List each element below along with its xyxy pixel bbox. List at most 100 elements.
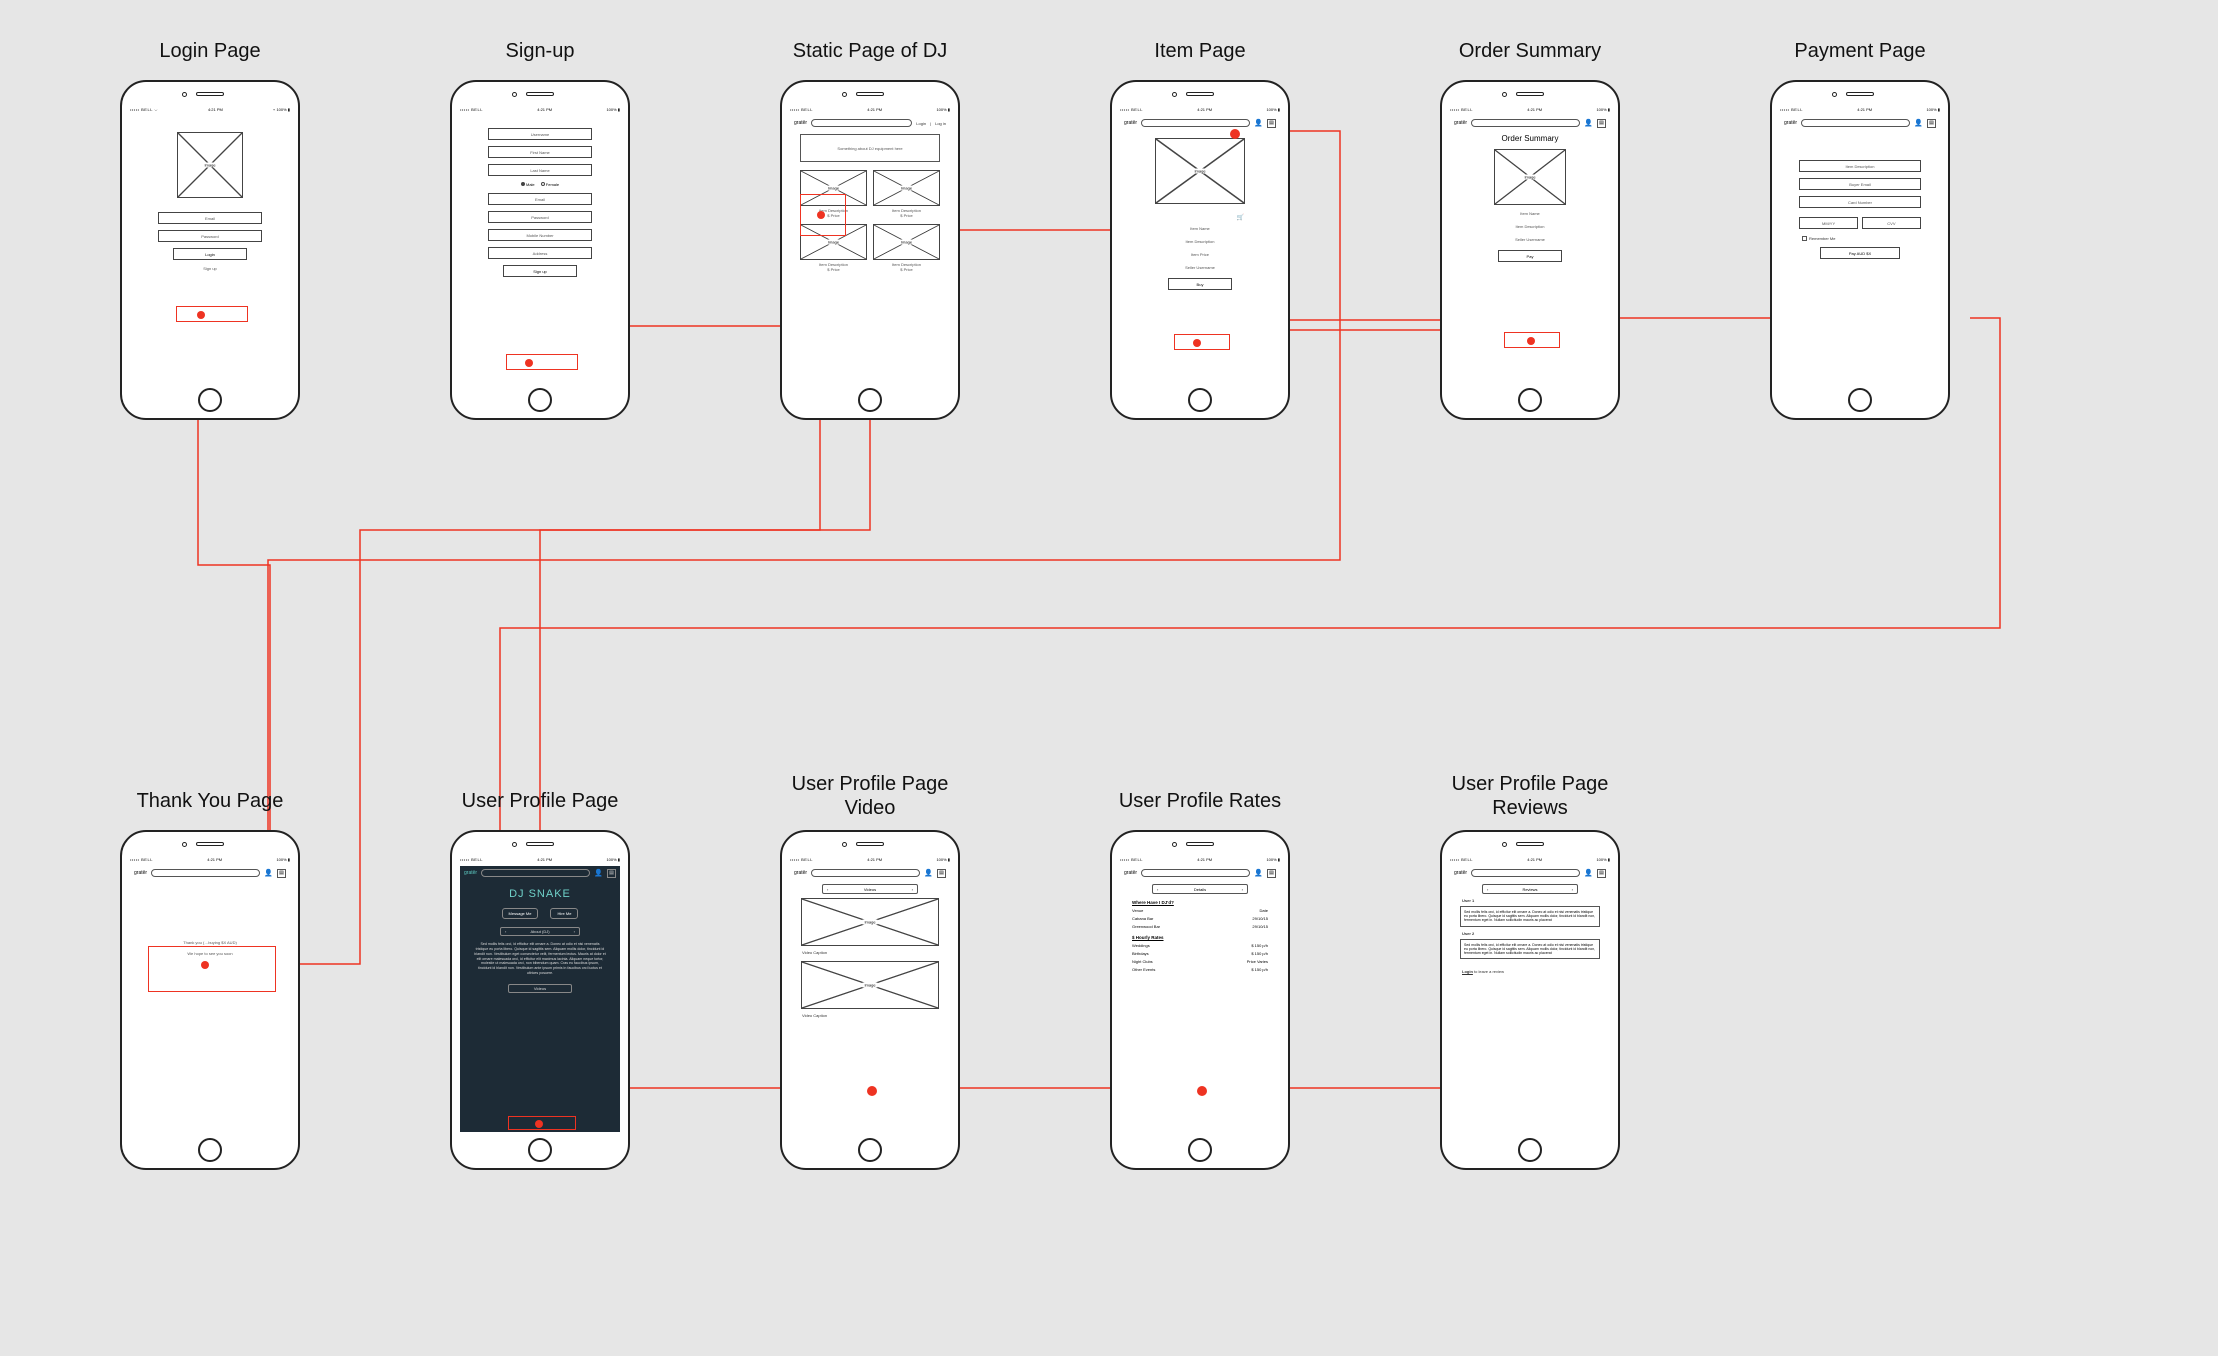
signup-link[interactable]: Sign up <box>136 266 284 271</box>
login-to-review[interactable]: Login to leave a review <box>1462 969 1598 974</box>
buyer-email-field[interactable]: Buyer Email <box>1799 178 1921 190</box>
password-field[interactable]: Password <box>488 211 592 223</box>
video-caption-1: Video Caption <box>802 950 938 955</box>
username-field[interactable]: Username <box>488 128 592 140</box>
search-input[interactable] <box>151 869 260 877</box>
menu-icon[interactable]: ▤ <box>1597 869 1606 878</box>
title-rates: User Profile Rates <box>1050 790 1350 813</box>
signup-button[interactable]: Sign up <box>503 265 577 277</box>
brand: gratēr <box>794 870 807 876</box>
hotspot-signup[interactable] <box>506 354 578 370</box>
user-icon[interactable]: 👤 <box>1254 869 1263 878</box>
menu-icon[interactable]: ▤ <box>937 869 946 878</box>
brand: gratēr <box>464 870 477 876</box>
hotspot-product1[interactable] <box>800 194 846 236</box>
user-icon[interactable]: 👤 <box>1914 119 1923 128</box>
user-icon[interactable]: 👤 <box>1584 869 1593 878</box>
menu-icon[interactable]: ▤ <box>277 869 286 878</box>
user-icon[interactable]: 👤 <box>594 869 603 878</box>
menu-icon[interactable]: ▤ <box>607 869 616 878</box>
hotspot-thanks[interactable] <box>148 946 276 992</box>
title-reviews: User Profile PageReviews <box>1380 772 1680 820</box>
mobile-field[interactable]: Mobile Number <box>488 229 592 241</box>
menu-icon[interactable]: ▤ <box>1267 869 1276 878</box>
title-order: Order Summary <box>1380 40 1680 63</box>
email-field[interactable]: Email <box>158 212 262 224</box>
thanks-line1: Thank you (…buying $X AUD) <box>130 940 290 945</box>
login-link2[interactable]: Log in <box>935 121 946 126</box>
hotspot-videos[interactable] <box>508 1116 576 1130</box>
seller-name[interactable]: Seller Username <box>1120 265 1280 270</box>
search-input[interactable] <box>1141 869 1250 877</box>
brand: gratēr <box>1124 120 1137 126</box>
menu-icon[interactable]: ▤ <box>1597 119 1606 128</box>
phone-order: ••••• BELL4:21 PM100% ▮ gratēr 👤 ▤ Order… <box>1440 80 1620 420</box>
about-tab[interactable]: About (DJ) ‹ › <box>500 927 580 936</box>
brand: gratēr <box>1124 870 1137 876</box>
blurb-box: Something about DJ equipment here <box>800 134 940 162</box>
brand: gratēr <box>1454 120 1467 126</box>
review-user2: User 2 <box>1462 931 1598 936</box>
videos-tab[interactable]: Videos ‹› <box>822 884 918 894</box>
title-thanks: Thank You Page <box>60 790 360 813</box>
user-icon[interactable]: 👤 <box>264 869 273 878</box>
user-icon[interactable]: 👤 <box>1254 119 1263 128</box>
brand: gratēr <box>1784 120 1797 126</box>
order-heading: Order Summary <box>1450 134 1610 143</box>
hotspot-login[interactable] <box>176 306 248 322</box>
item-image: Image <box>1155 138 1245 204</box>
search-input[interactable] <box>811 119 912 127</box>
pay-button[interactable]: Pay <box>1498 250 1562 262</box>
item-price: Item Price <box>1120 252 1280 257</box>
search-input[interactable] <box>1141 119 1250 127</box>
cvv-field[interactable]: CVV <box>1862 217 1921 229</box>
search-input[interactable] <box>811 869 920 877</box>
video-thumb-1[interactable]: Image <box>801 898 939 946</box>
login-button[interactable]: Login <box>173 248 247 260</box>
user-icon[interactable]: 👤 <box>1584 119 1593 128</box>
search-input[interactable] <box>1471 119 1580 127</box>
logo-image: Image <box>177 132 243 198</box>
product-card-2[interactable]: Image Item Description $ Price <box>873 170 940 218</box>
videos-chip[interactable]: Videos <box>508 984 572 993</box>
title-payment: Payment Page <box>1710 40 2010 63</box>
user-icon[interactable]: 👤 <box>924 869 933 878</box>
video-caption-2: Video Caption <box>802 1013 938 1018</box>
menu-icon[interactable]: ▤ <box>1927 119 1936 128</box>
hotspot-header-dot[interactable] <box>1230 129 1240 139</box>
phone-login: ••••• BELL ⌵ 4:21 PM ⌁ 100% ▮ Image Emai… <box>120 80 300 420</box>
table-header: VenueDate <box>1132 908 1268 913</box>
search-input[interactable] <box>481 869 590 877</box>
email-field[interactable]: Email <box>488 193 592 205</box>
product-card-4[interactable]: Image Item Description $ Price <box>873 224 940 272</box>
order-seller: Seller Username <box>1450 237 1610 242</box>
expiry-field[interactable]: MM/YY <box>1799 217 1858 229</box>
cart-icon[interactable]: 🛒 <box>1120 206 1244 224</box>
message-button[interactable]: Message Me <box>502 908 539 919</box>
gender-row[interactable]: Male Female <box>466 182 614 187</box>
hotspot-pay[interactable] <box>1504 332 1560 348</box>
search-input[interactable] <box>1801 119 1910 127</box>
hotspot-rates-next[interactable] <box>1197 1086 1207 1096</box>
title-login: Login Page <box>60 40 360 63</box>
video-thumb-2[interactable]: Image <box>801 961 939 1009</box>
remember-checkbox[interactable]: Remember Me <box>1802 236 1940 241</box>
brand: gratēr <box>134 870 147 876</box>
hotspot-buy[interactable] <box>1174 334 1230 350</box>
firstname-field[interactable]: First Name <box>488 146 592 158</box>
reviews-tab[interactable]: Reviews ‹› <box>1482 884 1578 894</box>
lastname-field[interactable]: Last Name <box>488 164 592 176</box>
address-field[interactable]: Address <box>488 247 592 259</box>
phone-rates: ••••• BELL4:21 PM100% ▮ gratēr 👤 ▤ Detai… <box>1110 830 1290 1170</box>
details-tab[interactable]: Details ‹› <box>1152 884 1248 894</box>
menu-icon[interactable]: ▤ <box>1267 119 1276 128</box>
search-input[interactable] <box>1471 869 1580 877</box>
pay-amount-button[interactable]: Pay AUD $X <box>1820 247 1900 259</box>
login-link[interactable]: Login <box>916 121 926 126</box>
card-field[interactable]: Card Number <box>1799 196 1921 208</box>
password-field[interactable]: Password <box>158 230 262 242</box>
buy-button[interactable]: Buy <box>1168 278 1232 290</box>
rate-row: Other Events$ 150 p/h <box>1132 967 1268 972</box>
hotspot-video-next[interactable] <box>867 1086 877 1096</box>
hire-button[interactable]: Hire Me <box>550 908 578 919</box>
